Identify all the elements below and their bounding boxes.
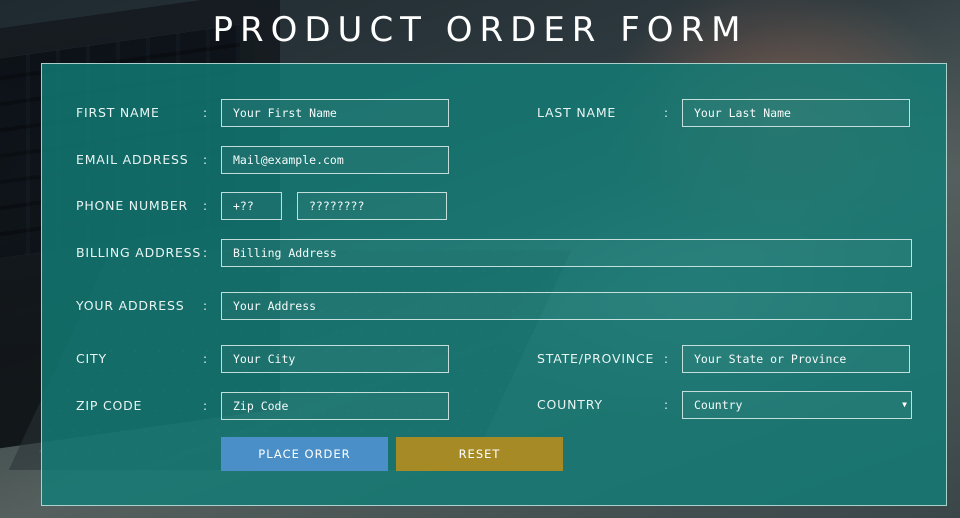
billing-address-input[interactable]: Billing Address xyxy=(221,239,912,267)
city-colon: : xyxy=(203,352,208,366)
state-label: STATE/PROVINCE xyxy=(537,351,655,366)
billing-address-label: BILLING ADDRESS xyxy=(76,245,202,260)
state-colon: : xyxy=(664,352,669,366)
place-order-button[interactable]: PLACE ORDER xyxy=(221,437,388,471)
page-title: PRODUCT ORDER FORM xyxy=(212,10,748,50)
country-colon: : xyxy=(664,398,669,412)
your-address-input[interactable]: Your Address xyxy=(221,292,912,320)
phone-number-input[interactable]: ???????? xyxy=(297,192,447,220)
email-colon: : xyxy=(203,153,208,167)
first-name-input[interactable]: Your First Name xyxy=(221,99,449,127)
country-label: COUNTRY xyxy=(537,397,603,412)
city-label: CITY xyxy=(76,351,107,366)
zip-code-colon: : xyxy=(203,399,208,413)
email-input[interactable]: Mail@example.com xyxy=(221,146,449,174)
phone-code-input[interactable]: +?? xyxy=(221,192,282,220)
state-input[interactable]: Your State or Province xyxy=(682,345,910,373)
first-name-label: FIRST NAME xyxy=(76,105,160,120)
your-address-colon: : xyxy=(203,299,208,313)
your-address-label: YOUR ADDRESS xyxy=(76,298,185,313)
zip-code-input[interactable]: Zip Code xyxy=(221,392,449,420)
phone-colon: : xyxy=(203,199,208,213)
last-name-colon: : xyxy=(664,106,669,120)
last-name-label: LAST NAME xyxy=(537,105,617,120)
email-label: EMAIL ADDRESS xyxy=(76,152,189,167)
country-select-value: Country xyxy=(694,398,743,412)
phone-label: PHONE NUMBER xyxy=(76,198,189,213)
zip-code-label: ZIP CODE xyxy=(76,398,143,413)
country-select[interactable]: Country ▼ xyxy=(682,391,912,419)
last-name-input[interactable]: Your Last Name xyxy=(682,99,910,127)
reset-button[interactable]: RESET xyxy=(396,437,563,471)
city-input[interactable]: Your City xyxy=(221,345,449,373)
first-name-colon: : xyxy=(203,106,208,120)
billing-address-colon: : xyxy=(203,246,208,260)
triangle-down-icon: ▼ xyxy=(902,400,907,409)
